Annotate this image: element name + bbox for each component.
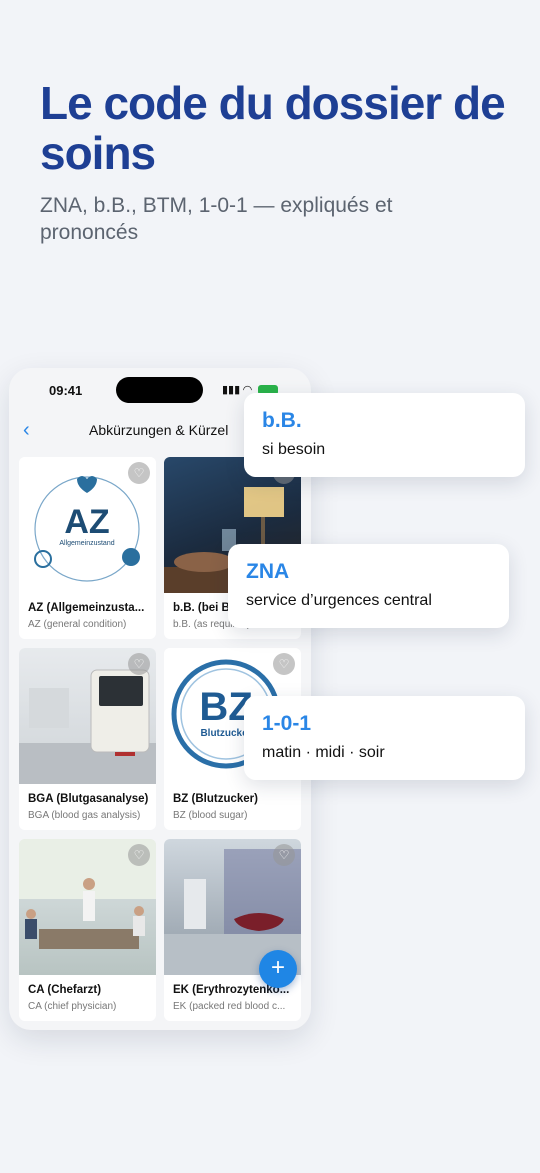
favorite-heart-icon[interactable]: ♡ [128, 844, 150, 866]
card-ca[interactable]: ♡ CA (Chefarzt) CA (chief physician) [19, 839, 156, 1021]
callout-bb: b.B. si besoin [244, 393, 525, 477]
callout-zna: ZNA service d’urgences central [228, 544, 509, 628]
nav-title: Abkürzungen & Kürzel [89, 422, 229, 438]
callout-101: 1-0-1 matin · midi · soir [244, 696, 525, 780]
card-subtitle: AZ (general condition) [28, 619, 127, 630]
signal-icon: ▮▮▮ [222, 384, 241, 396]
card-subtitle: EK (packed red blood c... [173, 1001, 286, 1012]
card-title: AZ (Allgemeinzusta... [28, 602, 145, 614]
card-subtitle: BZ (blood sugar) [173, 810, 248, 821]
favorite-heart-icon[interactable]: ♡ [273, 653, 295, 675]
callout-abbreviation: ZNA [246, 560, 290, 583]
card-subtitle: BGA (blood gas analysis) [28, 810, 141, 821]
card-title: BZ (Blutzucker) [173, 793, 258, 805]
status-time: 09:41 [49, 383, 83, 398]
az-logo-text: AZ [64, 503, 109, 541]
favorite-heart-icon[interactable]: ♡ [273, 844, 295, 866]
add-button[interactable]: + [259, 950, 297, 988]
dynamic-island [116, 377, 203, 403]
hero-subtitle: ZNA, b.B., BTM, 1-0-1 — expliqués et pro… [40, 194, 393, 244]
card-subtitle: CA (chief physician) [28, 1001, 117, 1012]
callout-meaning: service d’urgences central [246, 592, 432, 609]
card-az[interactable]: AZ Allgemeinzustand ♡ AZ (Allgemeinzusta… [19, 457, 156, 639]
back-button[interactable]: ‹ [23, 419, 30, 442]
callout-abbreviation: b.B. [262, 409, 302, 432]
hero-title: Le code du dossier de soins [40, 77, 506, 179]
card-ek[interactable]: ♡ EK (Erythrozytenko... EK (packed red b… [164, 839, 301, 1021]
favorite-heart-icon[interactable]: ♡ [128, 462, 150, 484]
card-bga[interactable]: ♡ BGA (Blutgasanalyse) BGA (blood gas an… [19, 648, 156, 830]
callout-meaning: matin · midi · soir [262, 744, 385, 761]
callout-abbreviation: 1-0-1 [262, 712, 312, 735]
favorite-heart-icon[interactable]: ♡ [128, 653, 150, 675]
card-title: BGA (Blutgasanalyse) [28, 793, 149, 805]
az-logo-caption: Allgemeinzustand [59, 540, 114, 547]
card-title: CA (Chefarzt) [28, 984, 102, 996]
callout-meaning: si besoin [262, 441, 326, 458]
